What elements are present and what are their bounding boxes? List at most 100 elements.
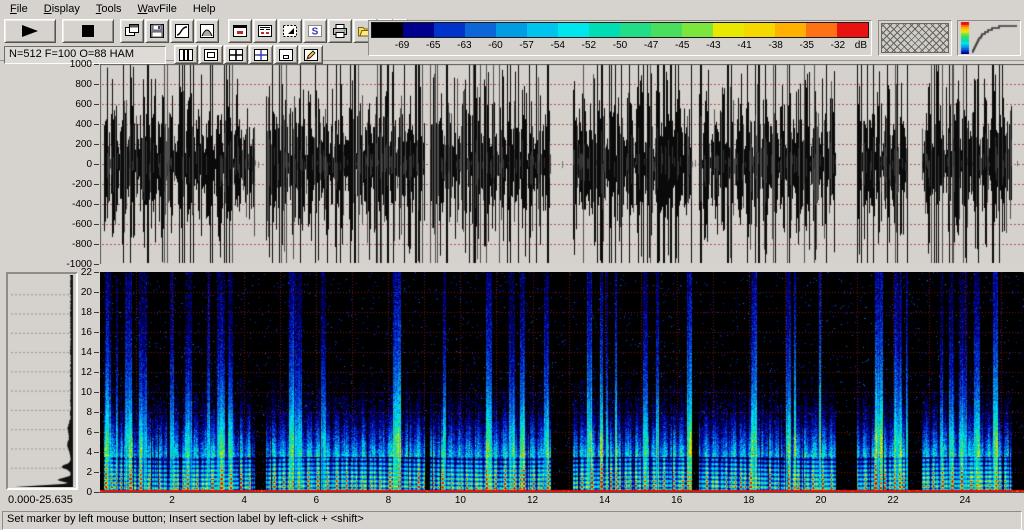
- view-section-button[interactable]: [278, 19, 302, 43]
- time-x-tick-label: 12: [525, 495, 541, 506]
- spectrogram-y-tick-label: 4: [4, 447, 92, 458]
- save-button[interactable]: [145, 19, 169, 43]
- toolbar: S N=512 F=100 O=88 HAM dB -69-65-63-60-5…: [0, 17, 1024, 61]
- color-scale-segment: [713, 23, 744, 37]
- db-scale-label: -47: [644, 40, 658, 51]
- layout-button-group: [174, 45, 324, 64]
- axis-tick: [94, 264, 99, 265]
- axis-tick: [94, 224, 99, 225]
- axis-tick: [94, 492, 99, 493]
- spectrogram-plot[interactable]: [100, 272, 1024, 492]
- toolbar-row-1: S: [4, 19, 366, 43]
- spectrogram-y-tick-label: 12: [4, 367, 92, 378]
- status-text: Set marker by left mouse button; Insert …: [7, 513, 364, 525]
- window-function-icon: [199, 23, 215, 39]
- view-spectrogram-button[interactable]: [253, 19, 277, 43]
- layout-frame-icon: [203, 48, 219, 62]
- axis-tick: [94, 352, 99, 353]
- waveform-y-tick-label: 800: [4, 79, 92, 90]
- view-spectrogram-icon: [257, 23, 273, 39]
- spectrogram-y-tick-label: 22: [4, 267, 92, 278]
- spectrogram-y-tick-label: 16: [4, 327, 92, 338]
- menu-item-wavfile[interactable]: WavFile: [130, 2, 185, 16]
- waveform-y-tick-label: 400: [4, 119, 92, 130]
- spectrogram-y-tick-label: 6: [4, 427, 92, 438]
- waveform-plot[interactable]: [100, 64, 1024, 264]
- axis-tick: [94, 292, 99, 293]
- toolbar-left-block: S N=512 F=100 O=88 HAM: [4, 19, 366, 64]
- color-scale-segment: [589, 23, 620, 37]
- crosshatch-pattern-icon: [881, 23, 949, 53]
- db-unit-label: dB: [855, 40, 867, 51]
- menu-item-tools[interactable]: Tools: [88, 2, 130, 16]
- menu-item-display[interactable]: Display: [36, 2, 88, 16]
- time-x-tick-label: 16: [669, 495, 685, 506]
- edit-pencil-icon: [303, 48, 319, 62]
- layout-box-icon: [278, 48, 294, 62]
- color-scale-segment: [837, 23, 868, 37]
- layout-grid-cursor-button[interactable]: [249, 45, 273, 64]
- color-scale-segment: [682, 23, 713, 37]
- waveform-y-tick-label: 0: [4, 159, 92, 170]
- waveform-y-tick-label: -400: [4, 199, 92, 210]
- view-waveform-button[interactable]: [228, 19, 252, 43]
- window-function-button[interactable]: [195, 19, 219, 43]
- axis-tick: [94, 332, 99, 333]
- view-waveform-icon: [232, 23, 248, 39]
- layout-vertical-split-icon: [178, 48, 194, 62]
- axis-tick: [94, 84, 99, 85]
- axis-tick: [94, 472, 99, 473]
- transfer-function-canvas: [959, 22, 1019, 54]
- signal-view-button[interactable]: [170, 19, 194, 43]
- print-button[interactable]: [328, 19, 352, 43]
- print-icon: [332, 23, 348, 39]
- save-icon: [149, 23, 165, 39]
- cascade-windows-icon: [124, 23, 140, 39]
- db-scale-label: -38: [768, 40, 782, 51]
- layout-grid-button[interactable]: [224, 45, 248, 64]
- spectrogram-y-tick-label: 10: [4, 387, 92, 398]
- cascade-windows-button[interactable]: [120, 19, 144, 43]
- db-scale-label: -32: [831, 40, 845, 51]
- stop-button[interactable]: [62, 19, 114, 43]
- layout-frame-button[interactable]: [199, 45, 223, 64]
- db-scale-label: -65: [426, 40, 440, 51]
- waveform-y-tick-label: -800: [4, 239, 92, 250]
- waveform-y-tick-label: 200: [4, 139, 92, 150]
- color-scale-segment: [465, 23, 496, 37]
- axis-tick: [94, 412, 99, 413]
- time-x-tick-label: 18: [741, 495, 757, 506]
- time-x-tick-label: 4: [236, 495, 252, 506]
- time-x-tick-label: 2: [164, 495, 180, 506]
- time-x-tick-label: 24: [957, 495, 973, 506]
- axis-tick: [94, 272, 99, 273]
- axis-tick: [94, 144, 99, 145]
- menu-bar: FileDisplayToolsWavFileHelp: [0, 0, 1024, 18]
- db-scale-label: -43: [706, 40, 720, 51]
- db-scale-label: -69: [395, 40, 409, 51]
- db-color-scale-panel: dB -69-65-63-60-57-54-52-50-47-45-43-41-…: [368, 20, 872, 56]
- time-x-tick-label: 22: [885, 495, 901, 506]
- db-scale-label: -60: [488, 40, 502, 51]
- edit-labels-button[interactable]: [299, 45, 323, 64]
- axis-tick: [94, 184, 99, 185]
- layout-vertical-split-button[interactable]: [174, 45, 198, 64]
- menu-item-help[interactable]: Help: [185, 2, 224, 16]
- waveform-y-tick-label: -600: [4, 219, 92, 230]
- signal-curve-icon: [174, 23, 190, 39]
- layout-grid-cursor-icon: [253, 48, 269, 62]
- view-spectrum-button[interactable]: S: [303, 19, 327, 43]
- spectrogram-y-tick-label: 14: [4, 347, 92, 358]
- color-scale-segment: [620, 23, 651, 37]
- db-color-scale-labels: dB -69-65-63-60-57-54-52-50-47-45-43-41-…: [371, 38, 869, 53]
- menu-item-file[interactable]: File: [2, 2, 36, 16]
- waveform-y-tick-label: 600: [4, 99, 92, 110]
- time-x-tick-label: 6: [308, 495, 324, 506]
- color-scale-segment: [651, 23, 682, 37]
- color-scale-segment: [744, 23, 775, 37]
- play-button[interactable]: [4, 19, 56, 43]
- axis-tick: [94, 432, 99, 433]
- db-scale-label: -41: [737, 40, 751, 51]
- layout-box-button[interactable]: [274, 45, 298, 64]
- time-x-tick-label: 10: [452, 495, 468, 506]
